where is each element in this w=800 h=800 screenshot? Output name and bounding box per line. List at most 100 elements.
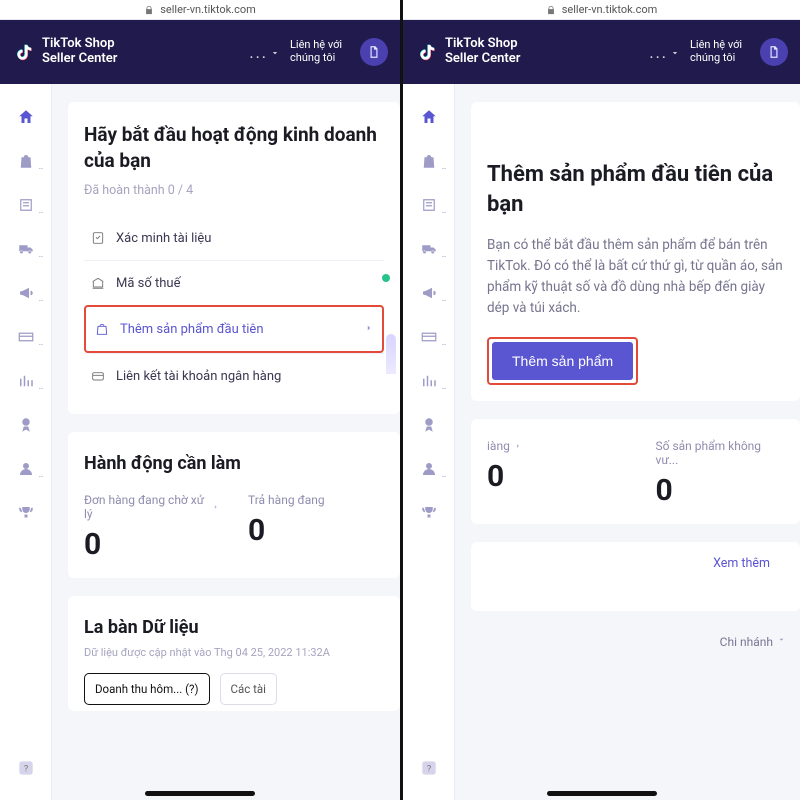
sidebar-item-products[interactable]: ... bbox=[414, 152, 444, 170]
task-add-first-product[interactable]: Thêm sản phẩm đầu tiên bbox=[84, 305, 384, 353]
chip-assets[interactable]: Các tài bbox=[220, 673, 277, 705]
document-icon bbox=[767, 45, 781, 59]
app-header: TikTok Shop Seller Center ... Liên hệ vớ… bbox=[0, 20, 400, 84]
sidebar-item-orders[interactable]: ... bbox=[414, 196, 444, 214]
brand-logo[interactable]: TikTok Shop Seller Center bbox=[12, 37, 117, 67]
chevron-down-icon bbox=[670, 43, 680, 62]
list-icon bbox=[420, 196, 438, 214]
sidebar-item-marketing[interactable]: ... bbox=[11, 284, 41, 302]
card-icon bbox=[420, 328, 438, 346]
data-updated-text: Dữ liệu được cập nhật vào Thg 04 25, 202… bbox=[84, 646, 384, 659]
card-icon bbox=[17, 328, 35, 346]
user-icon bbox=[420, 460, 438, 478]
help-icon: ? bbox=[419, 758, 439, 778]
sidebar-item-help[interactable]: ? bbox=[414, 758, 444, 778]
list-icon bbox=[17, 196, 35, 214]
task-label: Thêm sản phẩm đầu tiên bbox=[120, 322, 264, 337]
sidebar-item-rewards[interactable] bbox=[11, 504, 41, 522]
detail-description: Bạn có thể bắt đầu thêm sản phẩm để bán … bbox=[487, 235, 784, 319]
chart-icon bbox=[17, 372, 35, 390]
user-icon bbox=[17, 460, 35, 478]
metric-orders[interactable]: iàng 0 bbox=[487, 439, 616, 508]
metric-pending-orders[interactable]: Đơn hàng đang chờ xử lý 0 bbox=[84, 493, 220, 562]
task-label: Xác minh tài liệu bbox=[116, 231, 211, 246]
metric-value: 0 bbox=[248, 513, 384, 548]
sidebar-item-account[interactable]: ... bbox=[11, 460, 41, 478]
sidebar-item-products[interactable]: ... bbox=[11, 152, 41, 170]
chevron-down-icon bbox=[777, 635, 786, 644]
medal-icon bbox=[420, 416, 438, 434]
url-text: seller-vn.tiktok.com bbox=[160, 3, 256, 16]
lock-icon bbox=[546, 5, 556, 15]
svg-text:?: ? bbox=[23, 764, 27, 774]
megaphone-icon bbox=[17, 284, 35, 302]
onboarding-title: Hãy bắt đầu hoạt động kinh doanh của bạn bbox=[84, 122, 384, 173]
see-more-link[interactable]: Xem thêm bbox=[487, 556, 784, 571]
contact-link[interactable]: Liên hệ với chúng tôi bbox=[690, 39, 750, 64]
header-menu-button[interactable]: ... bbox=[649, 43, 680, 62]
sidebar-item-account[interactable]: ... bbox=[414, 460, 444, 478]
bag-icon bbox=[420, 152, 438, 170]
chevron-right-icon bbox=[514, 439, 522, 453]
metric-returns[interactable]: Trả hàng đang 0 bbox=[248, 493, 384, 562]
header-action-button[interactable] bbox=[760, 38, 788, 66]
cta-highlight: Thêm sản phẩm bbox=[487, 337, 638, 385]
bag-icon bbox=[17, 152, 35, 170]
sidenav: ... ... ... ... ... ... ... ? bbox=[0, 84, 52, 800]
todo-title: Hành động cần làm bbox=[84, 452, 384, 476]
header-menu-button[interactable]: ... bbox=[249, 43, 280, 62]
brand-line2: Seller Center bbox=[445, 52, 520, 67]
document-icon bbox=[367, 45, 381, 59]
tiktok-icon bbox=[415, 41, 437, 63]
sidebar-item-analytics[interactable]: ... bbox=[414, 372, 444, 390]
task-link-bank[interactable]: Liên kết tài khoản ngân hàng bbox=[84, 353, 384, 398]
trophy-icon bbox=[17, 504, 35, 522]
task-tax-code[interactable]: Mã số thuế bbox=[84, 260, 384, 305]
sidebar-item-shipping[interactable]: ... bbox=[414, 240, 444, 258]
add-product-button[interactable]: Thêm sản phẩm bbox=[492, 342, 633, 380]
home-icon bbox=[17, 108, 35, 126]
brand-logo[interactable]: TikTok Shop Seller Center bbox=[415, 37, 520, 67]
header-action-button[interactable] bbox=[360, 38, 388, 66]
url-text: seller-vn.tiktok.com bbox=[562, 3, 658, 16]
sidebar-item-finance[interactable]: ... bbox=[11, 328, 41, 346]
card-icon bbox=[90, 368, 106, 384]
branch-selector[interactable]: Chi nhánh bbox=[471, 629, 800, 649]
sidebar-item-marketing[interactable]: ... bbox=[414, 284, 444, 302]
truck-icon bbox=[17, 240, 35, 258]
trophy-icon bbox=[420, 504, 438, 522]
task-verify-documents[interactable]: Xác minh tài liệu bbox=[84, 216, 384, 260]
sidebar-item-orders[interactable]: ... bbox=[11, 196, 41, 214]
sidenav: ... ... ... ... ... ... ... ? bbox=[403, 84, 455, 800]
chevron-down-icon bbox=[270, 43, 280, 62]
contact-link[interactable]: Liên hệ với chúng tôi bbox=[290, 39, 350, 64]
detail-title: Thêm sản phẩm đầu tiên của bạn bbox=[487, 160, 784, 219]
task-label: Mã số thuế bbox=[116, 276, 180, 291]
sidebar-item-home[interactable] bbox=[414, 108, 444, 126]
sidebar-item-rewards[interactable] bbox=[414, 504, 444, 522]
document-check-icon bbox=[90, 230, 106, 246]
sidebar-item-promotions[interactable] bbox=[11, 416, 41, 434]
chip-revenue-today[interactable]: Doanh thu hôm... (?) bbox=[84, 673, 210, 705]
illustration-decoration bbox=[372, 274, 396, 364]
chart-icon bbox=[420, 372, 438, 390]
url-bar: seller-vn.tiktok.com bbox=[403, 0, 800, 20]
home-indicator bbox=[547, 791, 657, 796]
bank-icon bbox=[90, 275, 106, 291]
metric-violating-products[interactable]: Số sản phẩm không vư... 0 bbox=[656, 439, 785, 508]
sidebar-item-home[interactable] bbox=[11, 108, 41, 126]
sidebar-item-promotions[interactable] bbox=[414, 416, 444, 434]
sidebar-item-finance[interactable]: ... bbox=[414, 328, 444, 346]
svg-text:?: ? bbox=[426, 764, 430, 774]
metric-value: 0 bbox=[656, 473, 785, 508]
sidebar-item-shipping[interactable]: ... bbox=[11, 240, 41, 258]
sidebar-item-help[interactable]: ? bbox=[11, 758, 41, 778]
app-header: TikTok Shop Seller Center ... Liên hệ vớ… bbox=[403, 20, 800, 84]
chevron-right-icon bbox=[212, 503, 220, 511]
tiktok-icon bbox=[12, 41, 34, 63]
metric-value: 0 bbox=[84, 527, 220, 562]
metric-value: 0 bbox=[487, 459, 616, 494]
url-bar: seller-vn.tiktok.com bbox=[0, 0, 400, 20]
help-icon: ? bbox=[16, 758, 36, 778]
sidebar-item-analytics[interactable]: ... bbox=[11, 372, 41, 390]
